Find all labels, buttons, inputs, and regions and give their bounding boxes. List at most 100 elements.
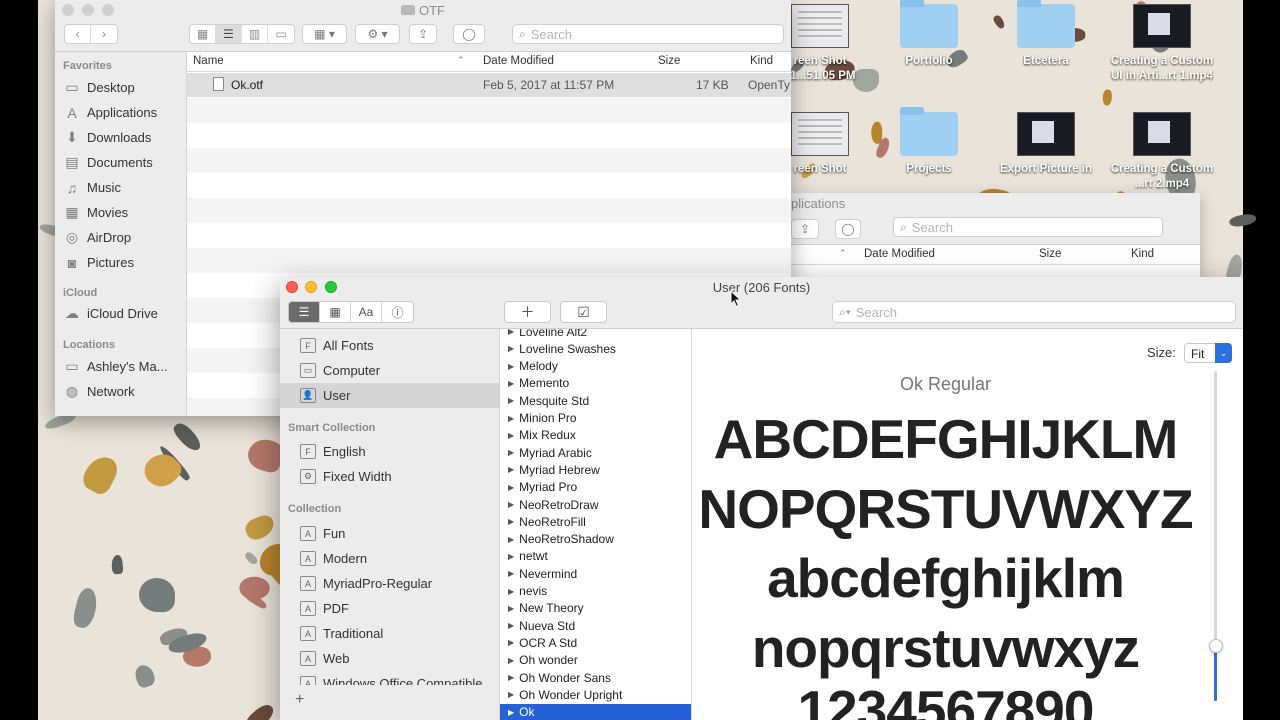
library-item-myriadpro-regular[interactable]: A MyriadPro-Regular [280, 571, 499, 596]
font-family-row[interactable]: ▶ Ok [500, 703, 691, 720]
font-family-row[interactable]: ▶ NeoRetroFill [500, 513, 691, 530]
sidebar-item-ashley-s-ma-[interactable]: ▭ Ashley's Ma... [63, 354, 183, 379]
font-family-row[interactable]: ▶ Loveline Swashes [500, 340, 691, 357]
font-search[interactable]: ⌕▾ Search [832, 301, 1236, 323]
font-family-row[interactable]: ▶ Memento [500, 375, 691, 392]
group-button[interactable]: ▦ ▾ [302, 24, 347, 44]
library-item-modern[interactable]: A Modern [280, 546, 499, 571]
library-item-pdf[interactable]: A PDF [280, 596, 499, 621]
disclosure-triangle-icon[interactable]: ▶ [508, 604, 514, 613]
icon-view-icon[interactable]: ▦ [190, 25, 216, 43]
disclosure-triangle-icon[interactable]: ▶ [508, 414, 514, 423]
share-button[interactable]: ⇪ [791, 219, 819, 239]
desktop-icon[interactable]: Creating a Custom ...rt 2.mp4 [1097, 112, 1227, 192]
font-family-row[interactable]: ▶ Loveline Alt2 [500, 329, 691, 340]
font-family-row[interactable]: ▶ Myriad Hebrew [500, 461, 691, 478]
disclosure-triangle-icon[interactable]: ▶ [508, 535, 514, 544]
desktop-icon[interactable]: Etcetera [981, 0, 1111, 69]
library-item-computer[interactable]: ▭ Computer [280, 358, 499, 383]
share-button[interactable]: ⇪ [409, 24, 437, 44]
font-family-row[interactable]: ▶ Mix Redux [500, 427, 691, 444]
font-family-row[interactable]: ▶ Nueva Std [500, 617, 691, 634]
col-kind[interactable]: Kind [1131, 248, 1154, 260]
size-select[interactable]: Fit ⌄ [1184, 343, 1232, 363]
font-family-row[interactable]: ▶ New Theory [500, 600, 691, 617]
sidebar-item-documents[interactable]: ▤ Documents [63, 150, 183, 175]
disclosure-triangle-icon[interactable]: ▶ [508, 569, 514, 578]
add-font-button[interactable]: ＋ [504, 301, 551, 323]
desktop-icon[interactable]: Portfolio [864, 0, 994, 69]
disclosure-triangle-icon[interactable]: ▶ [508, 552, 514, 561]
table-row[interactable]: Ok.otf Feb 5, 2017 at 11:57 PM 17 KB Ope… [187, 73, 791, 97]
col-size[interactable]: Size [1039, 248, 1061, 260]
font-family-row[interactable]: ▶ Nevermind [500, 565, 691, 582]
sidebar-item-desktop[interactable]: ▭ Desktop [63, 75, 183, 100]
disclosure-triangle-icon[interactable]: ▶ [508, 379, 514, 388]
font-family-row[interactable]: ▶ Oh Wonder Sans [500, 669, 691, 686]
disclosure-triangle-icon[interactable]: ▶ [508, 656, 514, 665]
disclosure-triangle-icon[interactable]: ▶ [508, 483, 514, 492]
desktop-icon[interactable]: Creating a Custom UI in Arti...rt 1.mp4 [1097, 4, 1227, 84]
sidebar-item-pictures[interactable]: ◙ Pictures [63, 250, 183, 275]
font-family-row[interactable]: ▶ OCR A Std [500, 634, 691, 651]
disclosure-triangle-icon[interactable]: ▶ [508, 329, 514, 336]
disclosure-triangle-icon[interactable]: ▶ [508, 673, 514, 682]
font-family-row[interactable]: ▶ Myriad Arabic [500, 444, 691, 461]
library-item-fun[interactable]: A Fun [280, 521, 499, 546]
tag-button[interactable]: ◯ [453, 24, 485, 44]
column-view-icon[interactable]: ▥ [242, 25, 268, 43]
add-collection-button[interactable]: + [295, 685, 495, 720]
col-size[interactable]: Size [658, 55, 680, 67]
library-item-english[interactable]: F English [280, 439, 499, 464]
disclosure-triangle-icon[interactable]: ▶ [508, 465, 514, 474]
disclosure-triangle-icon[interactable]: ▶ [508, 344, 514, 353]
library-item-user[interactable]: 👤 User [280, 383, 499, 408]
tag-button[interactable]: ◯ [835, 219, 861, 239]
disclosure-triangle-icon[interactable]: ▶ [508, 517, 514, 526]
desktop-icon[interactable]: Projects [864, 107, 994, 177]
sidebar-item-movies[interactable]: ▦ Movies [63, 200, 183, 225]
font-family-row[interactable]: ▶ Minion Pro [500, 410, 691, 427]
col-date-modified[interactable]: Date Modified [483, 55, 554, 67]
validate-font-button[interactable]: ☑ [560, 301, 607, 323]
font-family-row[interactable]: ▶ nevis [500, 583, 691, 600]
font-family-row[interactable]: ▶ NeoRetroShadow [500, 531, 691, 548]
font-family-row[interactable]: ▶ Melody [500, 358, 691, 375]
font-family-row[interactable]: ▶ netwt [500, 548, 691, 565]
font-family-row[interactable]: ▶ Oh Wonder Upright [500, 686, 691, 703]
sidebar-item-applications[interactable]: A Applications [63, 100, 183, 125]
font-family-row[interactable]: ▶ Myriad Pro [500, 479, 691, 496]
disclosure-triangle-icon[interactable]: ▶ [508, 587, 514, 596]
col-date-modified[interactable]: Date Modified [864, 248, 935, 260]
size-slider-knob[interactable] [1209, 639, 1223, 653]
sidebar-item-network[interactable]: ◍ Network [63, 379, 183, 404]
sidebar-item-airdrop[interactable]: ◎ AirDrop [63, 225, 183, 250]
info-icon[interactable]: ⓘ [382, 302, 413, 322]
finder-search[interactable]: ⌕ Search [512, 24, 784, 44]
applications-search[interactable]: ⌕ Search [893, 217, 1163, 237]
list-view-icon[interactable]: ☰ [216, 25, 242, 43]
forward-chevron-icon[interactable]: › [91, 25, 117, 43]
disclosure-triangle-icon[interactable]: ▶ [508, 621, 514, 630]
library-item-all-fonts[interactable]: F All Fonts [280, 333, 499, 358]
sidebar-item-music[interactable]: ♫ Music [63, 175, 183, 200]
gallery-view-icon[interactable]: ▭ [268, 25, 294, 43]
custom-view-icon[interactable]: Aa [351, 302, 382, 322]
desktop-icon[interactable]: Export Picture in [981, 112, 1111, 177]
sidebar-item-downloads[interactable]: ⬇ Downloads [63, 125, 183, 150]
repertoire-view-icon[interactable]: ▦ [320, 302, 351, 322]
disclosure-triangle-icon[interactable]: ▶ [508, 638, 514, 647]
col-name[interactable]: Name [193, 55, 224, 67]
disclosure-triangle-icon[interactable]: ▶ [508, 362, 514, 371]
disclosure-triangle-icon[interactable]: ▶ [508, 431, 514, 440]
library-item-traditional[interactable]: A Traditional [280, 621, 499, 646]
action-gear-button[interactable]: ⚙ ▾ [355, 24, 400, 44]
disclosure-triangle-icon[interactable]: ▶ [508, 396, 514, 405]
disclosure-triangle-icon[interactable]: ▶ [508, 708, 514, 717]
back-chevron-icon[interactable]: ‹ [65, 25, 91, 43]
library-item-web[interactable]: A Web [280, 646, 499, 671]
disclosure-triangle-icon[interactable]: ▶ [508, 690, 514, 699]
font-family-row[interactable]: ▶ Oh wonder [500, 652, 691, 669]
sidebar-item-icloud-drive[interactable]: ☁ iCloud Drive [63, 301, 183, 326]
sample-view-icon[interactable]: ☰ [289, 302, 320, 322]
